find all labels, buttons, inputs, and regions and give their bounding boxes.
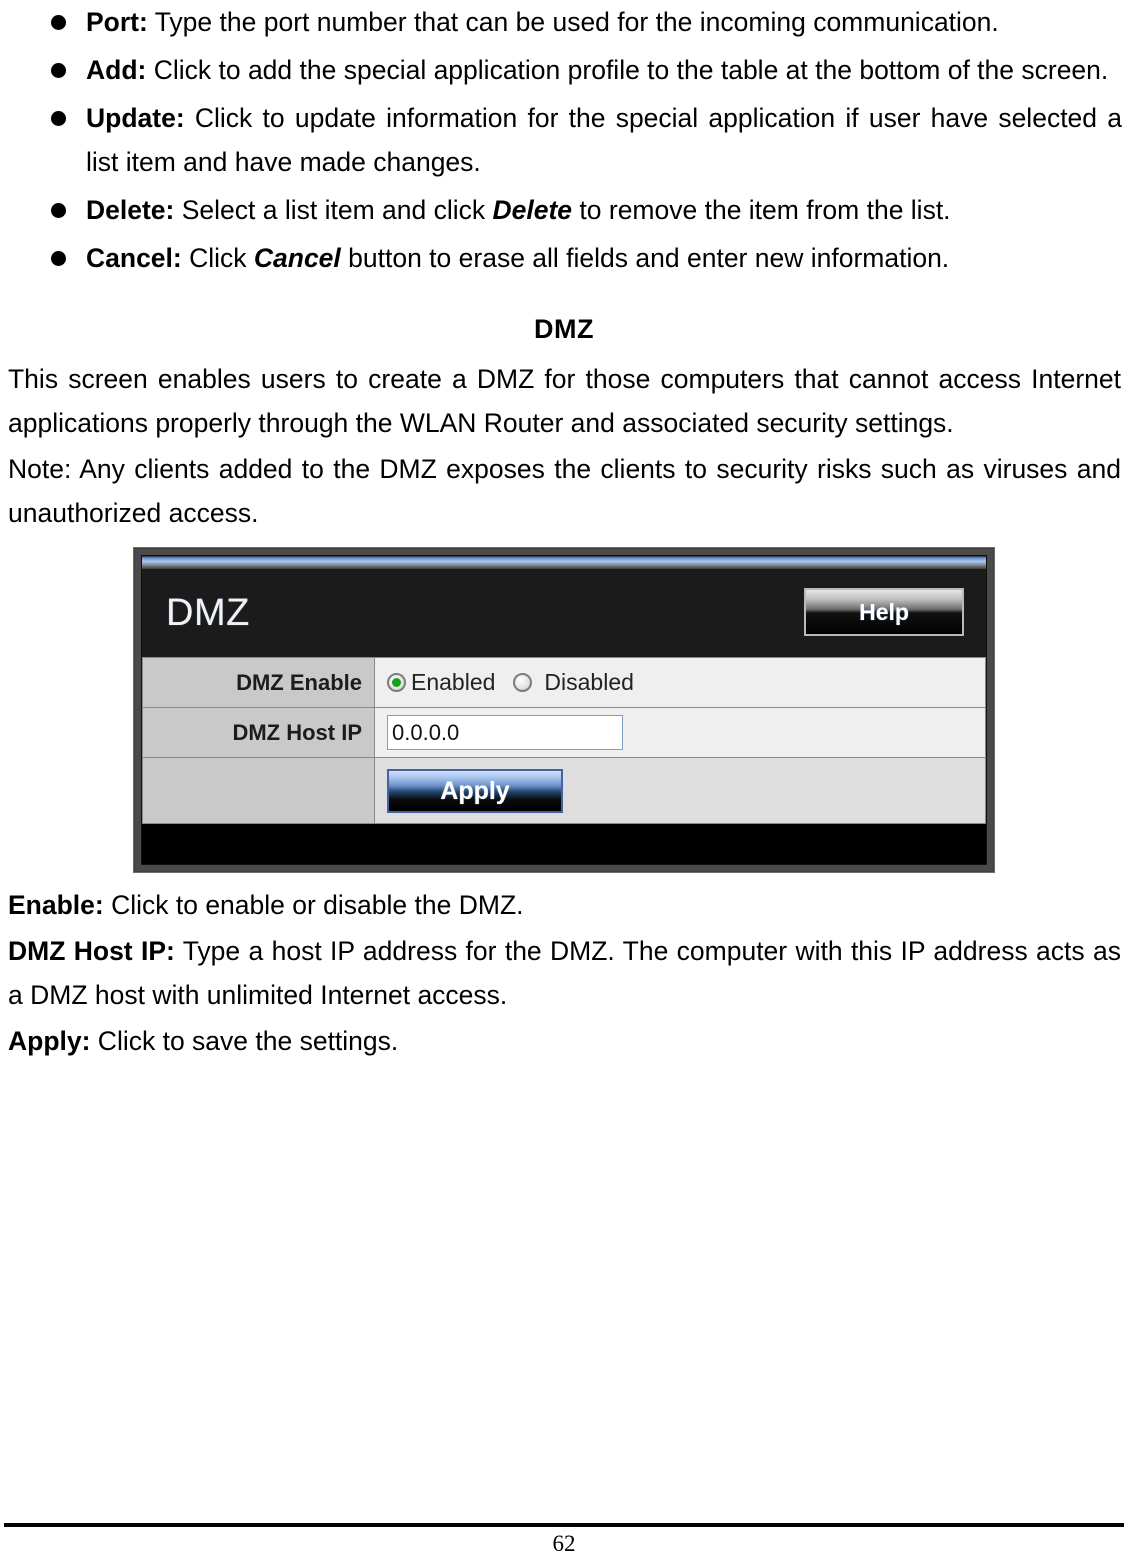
bullet-dot-icon: [51, 111, 66, 126]
definition-apply: Apply: Click to save the settings.: [6, 1019, 1122, 1063]
definition-term: DMZ Host IP:: [8, 936, 175, 966]
dmz-settings-table: DMZ Enable Enabled Disabled DMZ Host IP …: [142, 657, 986, 824]
definition-text: Type a host IP address for the DMZ. The …: [8, 936, 1121, 1010]
definition-dmz-host-ip: DMZ Host IP: Type a host IP address for …: [6, 929, 1122, 1017]
bullet-text: Click to add the special application pro…: [146, 55, 1109, 85]
dmz-host-ip-value: 0.0.0.0: [374, 707, 986, 758]
bullet-text: Click to update information for the spec…: [86, 103, 1122, 177]
intro-paragraph: This screen enables users to create a DM…: [8, 364, 1121, 438]
definition-enable: Enable: Click to enable or disable the D…: [6, 883, 1122, 927]
section-heading: DMZ: [534, 314, 594, 344]
definition-text: Click to enable or disable the DMZ.: [103, 890, 524, 920]
definition-list: Enable: Click to enable or disable the D…: [6, 883, 1122, 1063]
bullet-term: Cancel:: [86, 243, 182, 273]
bullet-emphasis: Delete: [492, 195, 573, 225]
apply-row-label: [142, 757, 375, 824]
bullet-text-pre: Click: [181, 243, 254, 273]
dmz-enable-radio-group[interactable]: Enabled Disabled: [387, 669, 985, 696]
dmz-enable-value: Enabled Disabled: [374, 657, 986, 708]
definition-text: Click to save the settings.: [90, 1026, 399, 1056]
bullet-term: Update:: [86, 103, 185, 133]
panel-title: DMZ: [166, 591, 250, 634]
document-page: Port: Type the port number that can be u…: [0, 0, 1128, 1557]
list-item: Port: Type the port number that can be u…: [6, 0, 1122, 44]
bullet-dot-icon: [51, 15, 66, 30]
dmz-host-ip-input[interactable]: 0.0.0.0: [387, 715, 623, 750]
bullet-dot-icon: [51, 63, 66, 78]
panel-header: DMZ Help: [142, 569, 986, 657]
page-number: 62: [552, 1531, 576, 1556]
dmz-enable-label: DMZ Enable: [142, 657, 375, 708]
bullet-text-post: to remove the item from the list.: [572, 195, 951, 225]
page-footer: 62: [0, 1523, 1128, 1557]
bullet-text-pre: Select a list item and click: [174, 195, 493, 225]
radio-enabled-icon[interactable]: [387, 673, 406, 692]
bullet-dot-icon: [51, 251, 66, 266]
bullet-term: Port:: [86, 7, 148, 37]
apply-row-value: Apply: [374, 757, 986, 824]
bullet-term: Delete:: [86, 195, 175, 225]
bullet-dot-icon: [51, 203, 66, 218]
screenshot-frame: DMZ Help DMZ Enable Enabled Disabled DMZ…: [133, 547, 995, 873]
definition-term: Apply:: [8, 1026, 91, 1056]
apply-button[interactable]: Apply: [387, 769, 563, 813]
router-ui-screenshot: DMZ Help DMZ Enable Enabled Disabled DMZ…: [6, 547, 1122, 873]
bullet-emphasis: Cancel: [253, 243, 341, 273]
definition-term: Enable:: [8, 890, 104, 920]
radio-enabled-label: Enabled: [411, 669, 496, 695]
bullet-text-post: button to erase all fields and enter new…: [340, 243, 950, 273]
bullet-text: Type the port number that can be used fo…: [147, 7, 999, 37]
radio-disabled-icon[interactable]: [513, 673, 533, 692]
list-item: Add: Click to add the special applicatio…: [6, 48, 1122, 92]
table-row: DMZ Host IP 0.0.0.0: [142, 707, 986, 758]
table-row: DMZ Enable Enabled Disabled: [142, 657, 986, 708]
list-item: Cancel: Click Cancel button to erase all…: [6, 236, 1122, 280]
note-paragraph: Note: Any clients added to the DMZ expos…: [8, 454, 1121, 528]
screenshot-inner: DMZ Help DMZ Enable Enabled Disabled DMZ…: [141, 555, 987, 865]
panel-footer: [142, 824, 986, 864]
list-item: Delete: Select a list item and click Del…: [6, 188, 1122, 232]
bullet-term: Add:: [86, 55, 147, 85]
option-bullet-list: Port: Type the port number that can be u…: [6, 0, 1122, 280]
radio-option-enabled[interactable]: Enabled: [387, 669, 495, 696]
help-button[interactable]: Help: [804, 588, 964, 636]
radio-disabled-label: Disabled: [544, 669, 634, 695]
window-topbar: [142, 556, 986, 569]
list-item: Update: Click to update information for …: [6, 96, 1122, 184]
radio-option-disabled[interactable]: Disabled: [513, 669, 634, 696]
dmz-host-ip-label: DMZ Host IP: [142, 707, 375, 758]
table-row: Apply: [142, 757, 986, 824]
